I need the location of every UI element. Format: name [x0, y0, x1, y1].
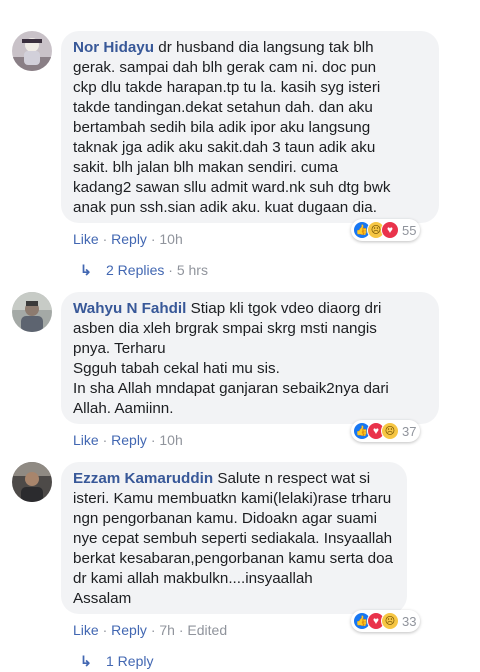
comment-text-line: In sha Allah mndapat ganjaran sebaik2nya… — [73, 380, 389, 397]
comment-text-line: Salute n respect wat si — [217, 470, 371, 487]
view-replies-link[interactable]: ↳ 2 Replies · 5 hrs — [80, 262, 208, 279]
sad-icon: ☹ — [381, 612, 399, 630]
comment-actions: Like · Reply · 10h — [73, 432, 183, 448]
comment-text-line: asben dia xleh brgrak smpai skrg msti na… — [73, 320, 377, 337]
timestamp[interactable]: 7h — [159, 622, 175, 638]
comment-actions: Like · Reply · 10h — [73, 231, 183, 247]
author-link[interactable]: Nor Hidayu — [73, 39, 154, 56]
comment-text-line: bertambah sedih bila adik ipor aku langs… — [73, 119, 371, 136]
comment-text-line: sakit. blh jalan blh makan sendiri. cuma — [73, 159, 339, 176]
comment-text-line: kadang2 sawan sllu admit ward.nk suh dtg… — [73, 179, 391, 196]
comment-text-line: ngn pengorbanan kamu. Didoakn agar suami — [73, 510, 377, 527]
comment-actions: Like · Reply · 7h · Edited — [73, 622, 228, 638]
reaction-summary[interactable]: 👍 ☹ ♥ 55 — [351, 219, 421, 241]
reply-arrow-icon: ↳ — [80, 262, 92, 278]
comment-bubble: Wahyu N Fahdil Stiap kli tgok vdeo diaor… — [61, 292, 439, 424]
sad-icon: ☹ — [381, 422, 399, 440]
comment-bubble: Ezzam Kamaruddin Salute n respect wat si… — [61, 462, 407, 614]
comment-text-line: Allah. Aamiinn. — [73, 400, 174, 417]
replies-count[interactable]: 1 Reply — [106, 653, 153, 669]
view-replies-link[interactable]: ↳ 1 Reply — [80, 653, 153, 670]
comment-text-line: berkat kesabaran,pengorbanan kamu serta … — [73, 550, 393, 567]
avatar[interactable] — [12, 31, 52, 71]
comment-bubble: Nor Hidayu dr husband dia langsung tak b… — [61, 31, 439, 223]
avatar[interactable] — [12, 462, 52, 502]
reaction-count: 33 — [402, 613, 417, 629]
reply-button[interactable]: Reply — [111, 231, 147, 247]
comment-text-line: gerak. sampai dah blh gerak cam ni. doc … — [73, 59, 377, 76]
author-link[interactable]: Ezzam Kamaruddin — [73, 470, 213, 487]
reply-button[interactable]: Reply — [111, 622, 147, 638]
reaction-summary[interactable]: 👍 ♥ ☹ 37 — [351, 420, 421, 442]
timestamp[interactable]: 10h — [159, 432, 182, 448]
reaction-summary[interactable]: 👍 ♥ ☹ 33 — [351, 610, 421, 632]
comment-text-line: takde tandingan.dekat setahun dah. dan a… — [73, 99, 373, 116]
comment-text-line: dr kami allah makbulkn....insyaallah — [73, 570, 313, 587]
reply-button[interactable]: Reply — [111, 432, 147, 448]
comment-text-line: ckp dlu takde harapan.tp tu la. kasih sy… — [73, 79, 381, 96]
reply-arrow-icon: ↳ — [80, 653, 92, 669]
replies-time: 5 hrs — [176, 262, 208, 278]
avatar[interactable] — [12, 292, 52, 332]
author-link[interactable]: Wahyu N Fahdil — [73, 300, 186, 317]
timestamp[interactable]: 10h — [159, 231, 182, 247]
comment-text-line: dr husband dia langsung tak blh — [158, 39, 374, 56]
comment-text-line: isteri. Kamu membuatkn kami(lelaki)rase … — [73, 490, 392, 507]
replies-count[interactable]: 2 Replies — [106, 262, 164, 278]
comment-text-line: Assalam — [73, 590, 132, 607]
edited-label[interactable]: Edited — [187, 622, 227, 638]
reaction-count: 37 — [402, 423, 417, 439]
comment-text-line: nye cepat sembuh seperti sediakala. Insy… — [73, 530, 393, 547]
reaction-count: 55 — [402, 222, 417, 238]
like-button[interactable]: Like — [73, 432, 99, 448]
comment-text-line: anak pun ssh.sian adik aku. kuat dugaan … — [73, 199, 377, 216]
comment-text-line: taknak jga adik aku sakit.dah 3 taun adi… — [73, 139, 376, 156]
love-icon: ♥ — [381, 221, 399, 239]
comment-text-line: Sgguh tabah cekal hati mu sis. — [73, 360, 280, 377]
like-button[interactable]: Like — [73, 622, 99, 638]
like-button[interactable]: Like — [73, 231, 99, 247]
comment-text-line: pnya. Terharu — [73, 340, 166, 357]
comment-text-line: Stiap kli tgok vdeo diaorg dri — [190, 300, 382, 317]
